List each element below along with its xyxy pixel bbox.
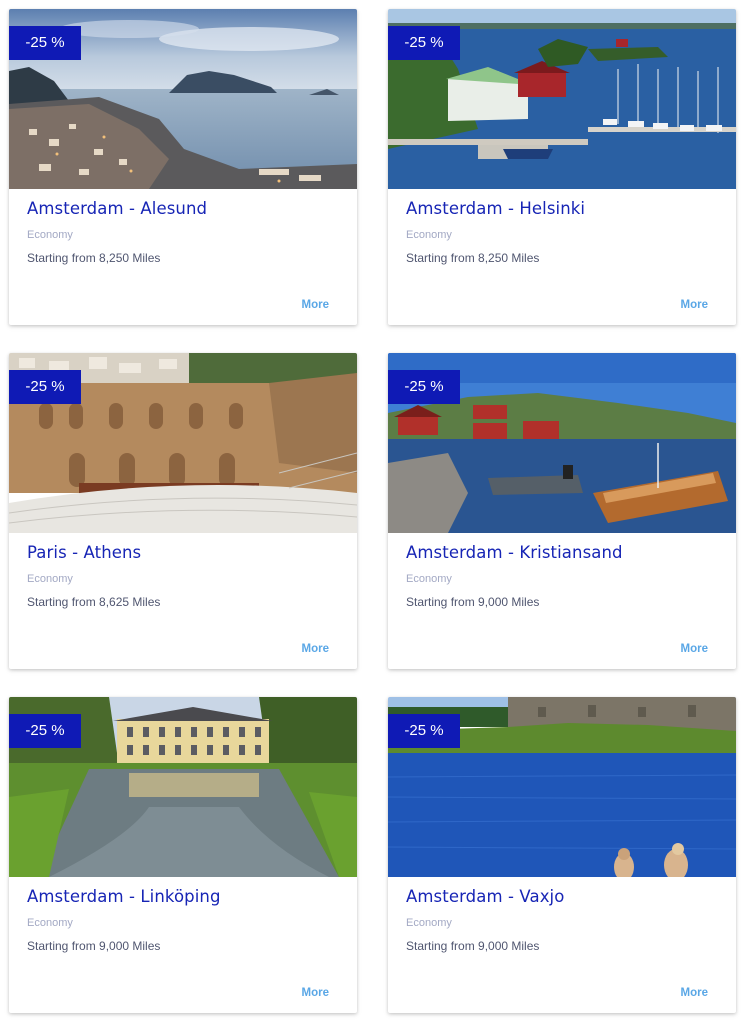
route-title: Amsterdam - Alesund <box>27 199 208 218</box>
route-title: Amsterdam - Kristiansand <box>406 543 623 562</box>
more-link[interactable]: More <box>681 987 708 999</box>
route-card-grid: -25 % Amsterdam - Alesund Economy Starti… <box>0 0 748 1024</box>
more-link[interactable]: More <box>302 643 329 655</box>
route-card[interactable]: -25 % Amsterdam - Helsinki Economy Start… <box>388 9 736 325</box>
more-link[interactable]: More <box>681 643 708 655</box>
discount-badge: -25 % <box>388 26 460 60</box>
discount-badge: -25 % <box>9 714 81 748</box>
cabin-class: Economy <box>406 573 452 585</box>
cabin-class: Economy <box>406 917 452 929</box>
discount-badge: -25 % <box>388 370 460 404</box>
price-text: Starting from 9,000 Miles <box>406 595 540 609</box>
cabin-class: Economy <box>27 917 73 929</box>
discount-badge: -25 % <box>388 714 460 748</box>
more-link[interactable]: More <box>681 299 708 311</box>
route-card[interactable]: -25 % Amsterdam - Vaxjo Economy Starting… <box>388 697 736 1013</box>
price-text: Starting from 9,000 Miles <box>27 939 161 953</box>
price-text: Starting from 8,250 Miles <box>27 251 161 265</box>
cabin-class: Economy <box>406 229 452 241</box>
cabin-class: Economy <box>27 573 73 585</box>
route-card[interactable]: -25 % Amsterdam - Kristiansand Economy S… <box>388 353 736 669</box>
route-title: Amsterdam - Linköping <box>27 887 221 906</box>
more-link[interactable]: More <box>302 299 329 311</box>
cabin-class: Economy <box>27 229 73 241</box>
discount-badge: -25 % <box>9 370 81 404</box>
route-card[interactable]: -25 % Paris - Athens Economy Starting fr… <box>9 353 357 669</box>
price-text: Starting from 8,250 Miles <box>406 251 540 265</box>
price-text: Starting from 9,000 Miles <box>406 939 540 953</box>
route-card[interactable]: -25 % Amsterdam - Alesund Economy Starti… <box>9 9 357 325</box>
more-link[interactable]: More <box>302 987 329 999</box>
discount-badge: -25 % <box>9 26 81 60</box>
route-title: Amsterdam - Helsinki <box>406 199 586 218</box>
route-card[interactable]: -25 % Amsterdam - Linköping Economy Star… <box>9 697 357 1013</box>
price-text: Starting from 8,625 Miles <box>27 595 161 609</box>
route-title: Paris - Athens <box>27 543 142 562</box>
route-title: Amsterdam - Vaxjo <box>406 887 565 906</box>
